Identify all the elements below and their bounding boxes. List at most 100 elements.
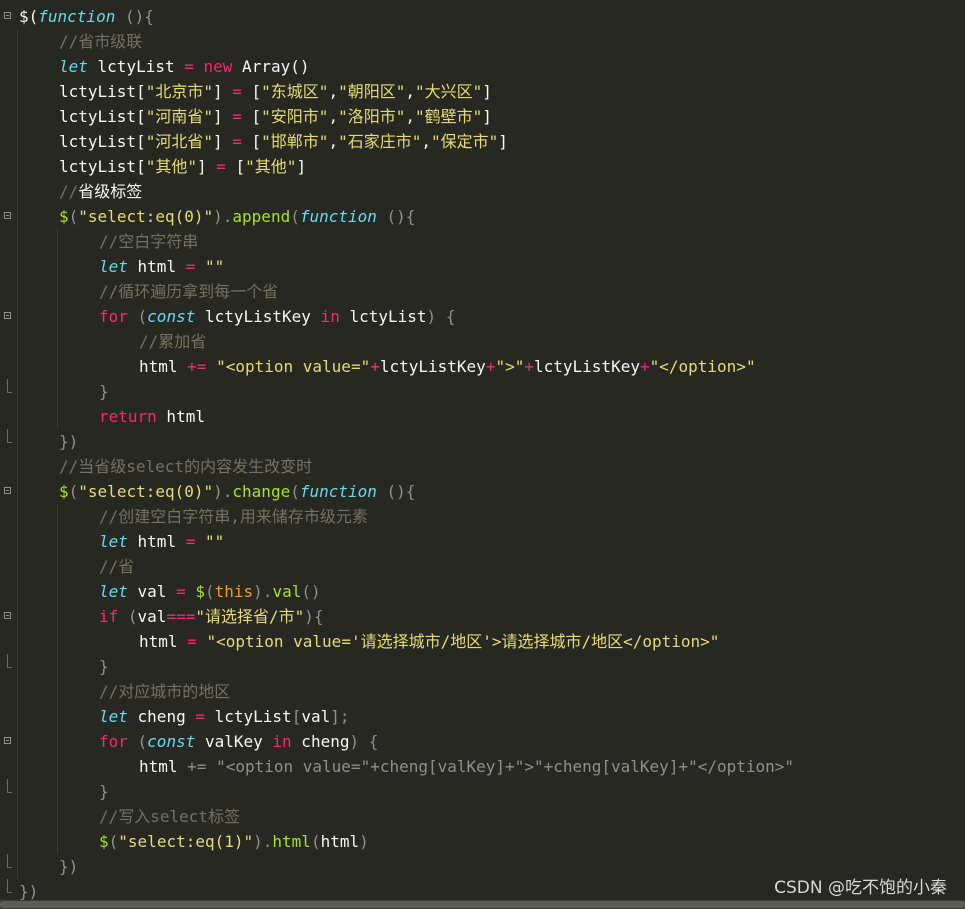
code-line[interactable]: } [0,779,965,804]
code-line[interactable]: let lctyList = new Array() [0,54,965,79]
plain-token: lctyList[ [59,107,146,126]
code-line[interactable]: //当省级select的内容发生改变时 [0,454,965,479]
fold-toggle-icon[interactable] [4,737,11,744]
code-line[interactable]: html += "<option value="+lctyListKey+">"… [0,354,965,379]
code-line[interactable]: $("select:eq(1)").html(html) [0,829,965,854]
code-line[interactable]: html += "<option value="+cheng[valKey]+"… [0,754,965,779]
code-text: let val = $(this).val() [99,579,321,604]
plain-token: val [301,707,331,726]
code-text: } [99,654,109,679]
plain-token: lctyList [87,57,185,76]
fold-toggle-icon[interactable] [4,487,11,494]
string-token: "洛阳市" [338,107,406,126]
keyword-token: if [99,607,119,626]
code-editor[interactable]: $(function (){//省市级联 let lctyList = new A… [0,0,965,901]
code-text: let cheng = lctyList[val]; [99,704,350,729]
string-token: "保定市" [431,132,499,151]
code-text: html = "<option value='请选择城市/地区'>请选择城市/地… [139,629,719,654]
code-line[interactable]: //空白字符串 [0,229,965,254]
string-token: ">" [495,357,525,376]
code-text: //对应城市的地区 [99,679,230,704]
function-token: html [272,832,311,851]
code-line[interactable]: }) [0,429,965,454]
comment-token: //空白字符串 [99,232,199,251]
string-token: "<option value=" [216,357,371,376]
code-line[interactable]: lctyList["其他"] = ["其他"] [0,154,965,179]
code-text: //省级标签 [59,179,142,204]
plain-token: ] [482,107,492,126]
plain-token: html [320,832,360,851]
plain-token: , [328,107,339,126]
code-line[interactable]: let cheng = lctyList[val]; [0,704,965,729]
code-line[interactable]: //省市级联 [0,29,965,54]
punctuation-token: ( [205,582,215,601]
comment-token: //创建空白字符串,用来储存市级元素 [99,507,368,526]
plain-token: , [405,107,415,126]
fold-toggle-icon[interactable] [4,312,11,319]
code-text: //累加省 [139,329,206,354]
storage-token: function [299,482,377,501]
code-line[interactable]: }) [0,854,965,879]
plain-token: , [405,82,415,101]
code-line[interactable]: if (val==="请选择省/市"){ [0,604,965,629]
plain-token: ] [482,82,492,101]
code-line[interactable]: //省级标签 [0,179,965,204]
code-line[interactable]: //累加省 [0,329,965,354]
storage-token: function [299,207,377,226]
code-line[interactable]: let html = "" [0,529,965,554]
punctuation-token: ). [213,482,233,501]
plain-token: html [127,257,186,276]
code-line[interactable]: html = "<option value='请选择城市/地区'>请选择城市/地… [0,629,965,654]
storage-token: const [147,732,196,751]
fold-end-marker-icon [7,854,12,868]
punctuation-token: (){ [376,207,416,226]
code-text: //空白字符串 [99,229,198,254]
code-text: for (const valKey in cheng) { [99,729,378,754]
string-token: "河北省" [145,132,213,151]
code-line[interactable]: $("select:eq(0)").change(function (){ [0,479,965,504]
punctuation-token: ) [359,832,369,851]
code-line[interactable]: //省 [0,554,965,579]
code-line[interactable]: let html = "" [0,254,965,279]
horizontal-scrollbar-thumb[interactable] [0,901,965,908]
plain-token: cheng [291,732,350,751]
fold-toggle-icon[interactable] [4,612,11,619]
storage-token: let [99,707,128,726]
plain-token: html [156,407,205,426]
fold-toggle-icon[interactable] [4,12,11,19]
plain-token: [ [241,82,262,101]
code-line[interactable]: lctyList["河北省"] = ["邯郸市","石家庄市","保定市"] [0,129,965,154]
code-text: //循环遍历拿到每一个省 [99,279,278,304]
code-line[interactable]: for (const lctyListKey in lctyList) { [0,304,965,329]
code-line[interactable]: lctyList["北京市"] = ["东城区","朝阳区","大兴区"] [0,79,965,104]
punctuation-token: ){ [304,607,324,626]
storage-token: let [99,257,128,276]
code-text: $("select:eq(0)").change(function (){ [59,479,415,504]
code-text: for (const lctyListKey in lctyList) { [99,304,455,329]
plain-token: cheng [127,707,196,726]
punctuation-token: ( [108,832,119,851]
function-token: $ [59,482,69,501]
code-line[interactable]: //写入select标签 [0,804,965,829]
plain-token: , [421,132,431,151]
punctuation-token: (){ [115,7,154,26]
code-line[interactable]: } [0,654,965,679]
code-text: //写入select标签 [99,804,240,829]
code-line[interactable]: let val = $(this).val() [0,579,965,604]
punctuation-token: }) [59,857,79,876]
plain-token: lctyList[ [59,132,146,151]
code-line[interactable]: $(function (){ [0,4,965,29]
code-line[interactable]: } [0,379,965,404]
code-line[interactable]: for (const valKey in cheng) { [0,729,965,754]
code-line[interactable]: //创建空白字符串,用来储存市级元素 [0,504,965,529]
code-line[interactable]: //对应城市的地区 [0,679,965,704]
code-line[interactable]: lctyList["河南省"] = ["安阳市","洛阳市","鹤壁市"] [0,104,965,129]
code-line[interactable]: return html [0,404,965,429]
plain-token: [ [225,157,246,176]
code-line[interactable]: //循环遍历拿到每一个省 [0,279,965,304]
keyword-token: + [370,357,380,376]
fold-toggle-icon[interactable] [4,212,11,219]
string-token: "<option value='请选择城市/地区'>请选择城市/地区</opti… [206,632,720,651]
code-line[interactable]: $("select:eq(0)").append(function (){ [0,204,965,229]
comment-token: //循环遍历拿到每一个省 [99,282,279,301]
